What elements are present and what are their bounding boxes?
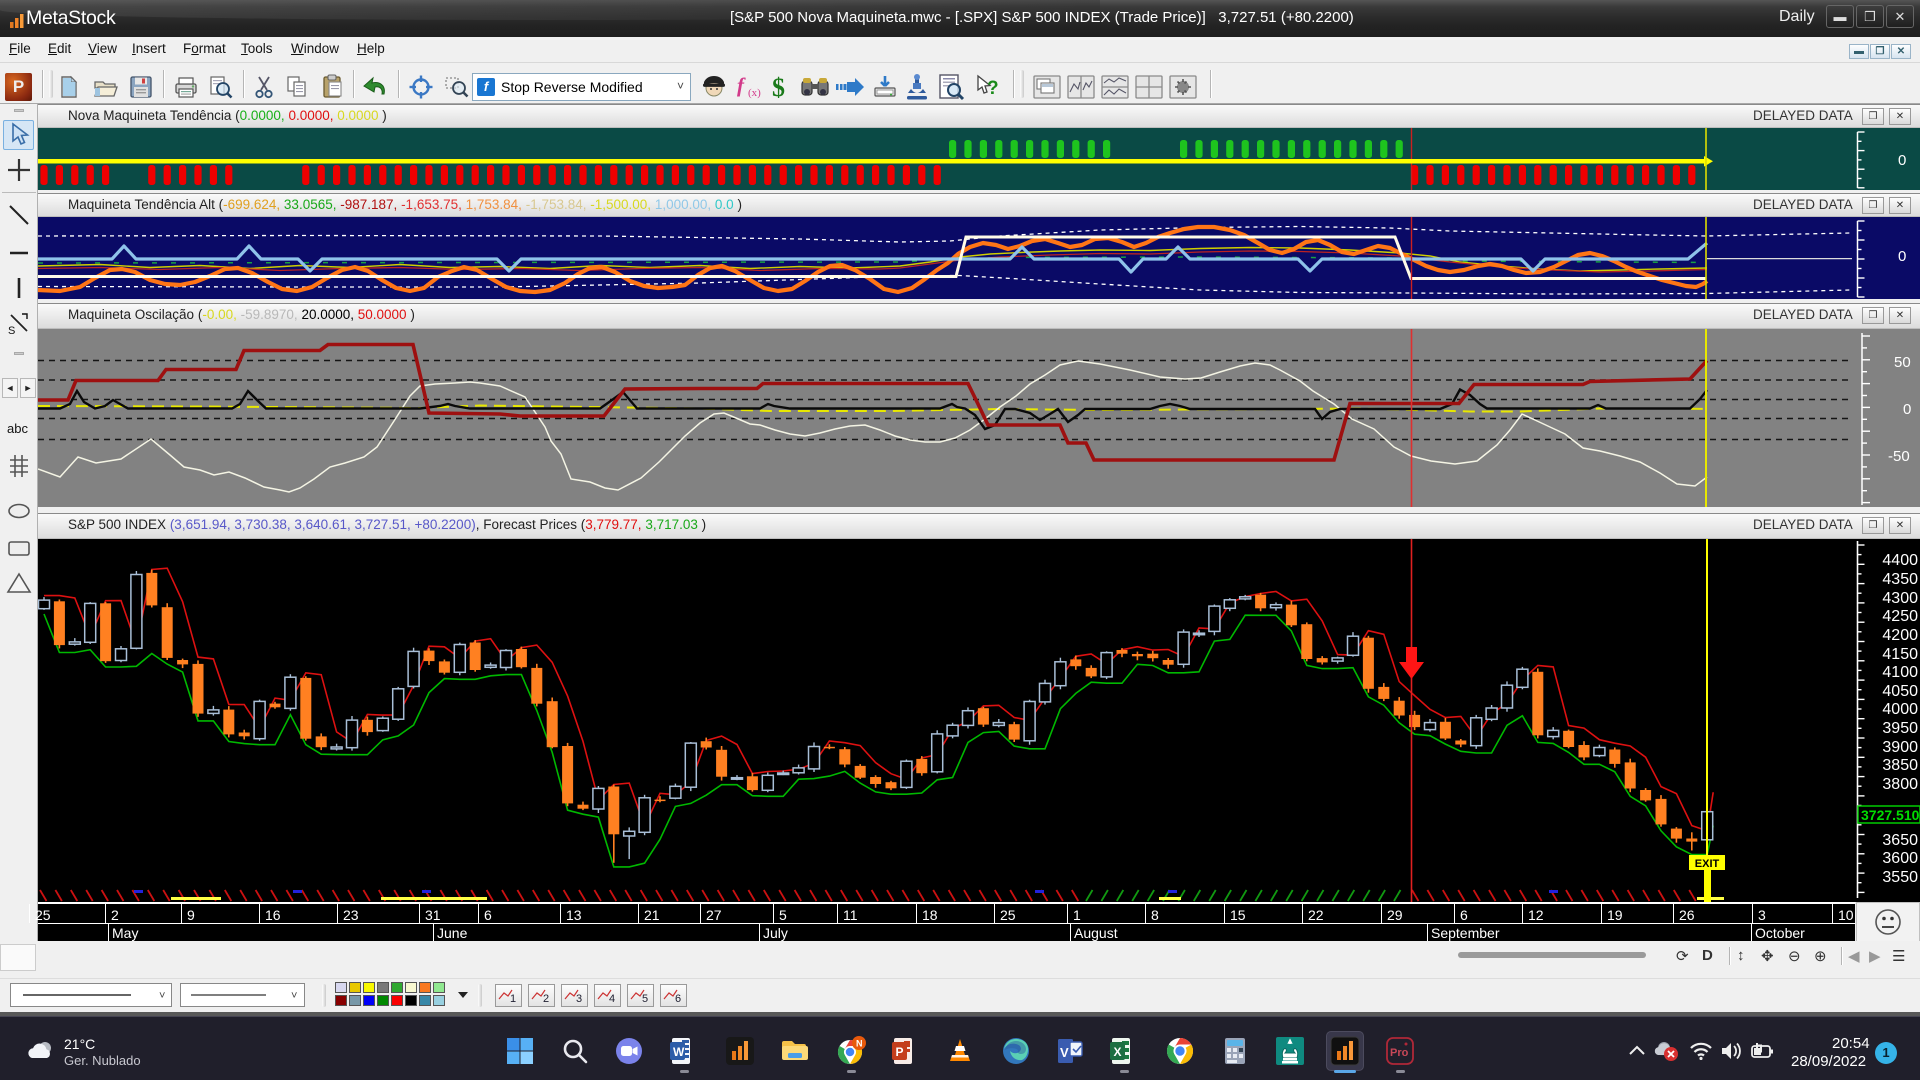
svg-text:V: V [1060,1045,1069,1060]
svg-text:f: f [737,73,746,97]
svg-text:Pro: Pro [1390,1047,1409,1059]
svg-text:X: X [1114,1045,1122,1059]
svg-text:$: $ [772,73,785,102]
svg-text:?: ? [987,78,999,99]
svg-text:(x): (x) [748,87,761,99]
svg-text:4: 4 [609,993,615,1005]
svg-text:3: 3 [576,993,582,1005]
svg-text:P: P [896,1045,904,1059]
svg-text:2: 2 [543,993,549,1005]
svg-text:6: 6 [675,993,681,1005]
svg-text:S: S [8,325,15,337]
svg-text:EXIT: EXIT [1695,858,1720,870]
svg-text:5: 5 [642,993,648,1005]
svg-text:W: W [673,1045,685,1059]
svg-text:˅: ˅ [159,990,165,1002]
svg-text:abc: abc [7,421,28,436]
svg-text:1: 1 [510,993,516,1005]
svg-text:N: N [856,1039,863,1049]
svg-text:˅: ˅ [291,990,297,1002]
